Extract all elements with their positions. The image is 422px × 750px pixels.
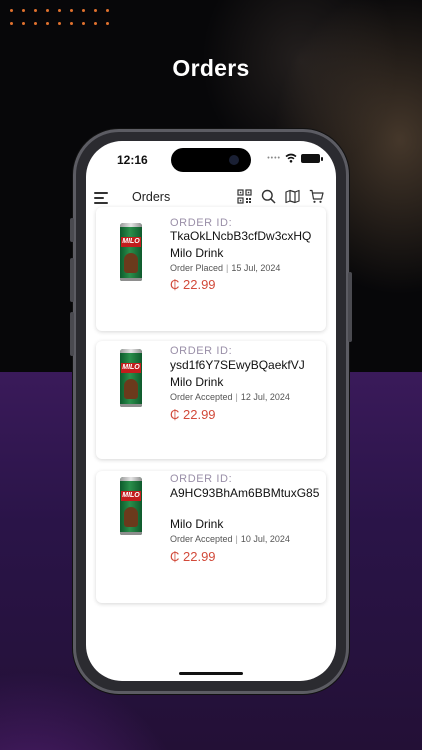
phone-screen: 12:16 •••• Orders MILO ORDER ID: TkaOkLN… xyxy=(86,141,336,681)
status-icons: •••• xyxy=(267,153,323,163)
order-meta: Order Accepted | 10 Jul, 2024 xyxy=(170,534,290,544)
app-bar-title: Orders xyxy=(132,190,171,204)
product-name: Milo Drink xyxy=(170,517,224,531)
order-id-value: TkaOkLNcbB3cfDw3cxHQ xyxy=(170,229,312,243)
order-id-value: A9HC93BhAm6BBMtuxG85 xyxy=(170,486,320,500)
order-meta: Order Accepted | 12 Jul, 2024 xyxy=(170,392,290,402)
order-card[interactable]: MILO ORDER ID: A9HC93BhAm6BBMtuxG85 Milo… xyxy=(96,471,326,603)
order-price: ₵ 22.99 xyxy=(170,549,216,564)
product-name: Milo Drink xyxy=(170,246,224,260)
decorative-dots xyxy=(10,9,118,25)
milo-can-icon: MILO xyxy=(120,223,142,281)
home-indicator[interactable] xyxy=(179,672,243,675)
milo-can-icon: MILO xyxy=(120,349,142,407)
order-date: 10 Jul, 2024 xyxy=(240,534,290,544)
order-id-value: ysd1f6Y7SEwyBQaekfVJ xyxy=(170,358,305,372)
order-date: 12 Jul, 2024 xyxy=(240,392,290,402)
dynamic-island xyxy=(171,148,251,172)
milo-can-icon: MILO xyxy=(120,477,142,535)
order-status: Order Accepted xyxy=(170,534,233,544)
wifi-icon xyxy=(285,153,297,163)
signal-icon: •••• xyxy=(267,154,281,162)
map-icon[interactable] xyxy=(285,189,300,204)
search-icon[interactable] xyxy=(261,189,276,204)
phone-power-button xyxy=(348,272,352,342)
product-name: Milo Drink xyxy=(170,375,224,389)
order-price: ₵ 22.99 xyxy=(170,407,216,422)
phone-side-button xyxy=(70,218,74,242)
menu-icon[interactable] xyxy=(94,191,110,205)
order-id-label: ORDER ID: xyxy=(170,345,233,357)
status-time: 12:16 xyxy=(117,153,148,167)
cart-icon[interactable] xyxy=(309,189,324,204)
order-price: ₵ 22.99 xyxy=(170,277,216,292)
order-status: Order Accepted xyxy=(170,392,233,402)
order-id-label: ORDER ID: xyxy=(170,473,233,485)
qr-code-icon[interactable] xyxy=(237,189,252,204)
order-card[interactable]: MILO ORDER ID: TkaOkLNcbB3cfDw3cxHQ Milo… xyxy=(96,207,326,331)
order-meta: Order Placed | 15 Jul, 2024 xyxy=(170,263,281,273)
phone-volume-up xyxy=(70,258,74,302)
phone-volume-down xyxy=(70,312,74,356)
battery-icon xyxy=(301,153,323,163)
order-id-label: ORDER ID: xyxy=(170,217,233,229)
order-card[interactable]: MILO ORDER ID: ysd1f6Y7SEwyBQaekfVJ Milo… xyxy=(96,341,326,459)
promo-title: Orders xyxy=(172,55,250,81)
order-status: Order Placed xyxy=(170,263,224,273)
order-date: 15 Jul, 2024 xyxy=(231,263,281,273)
